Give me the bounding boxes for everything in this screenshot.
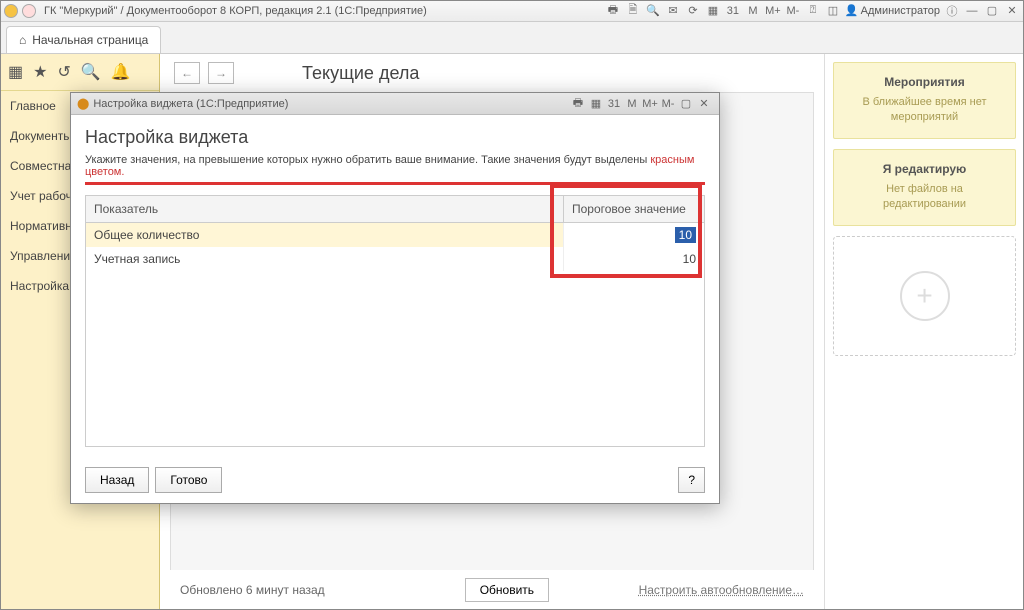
cell-threshold[interactable]: 10 xyxy=(564,247,704,271)
dialog-restore-icon[interactable]: ▢ xyxy=(677,97,695,110)
history-icon[interactable]: ↺ xyxy=(57,62,70,82)
widget-add-button[interactable]: + xyxy=(833,236,1016,356)
table-row[interactable]: Учетная запись 10 xyxy=(86,247,704,271)
user-name: Администратор xyxy=(861,5,940,17)
sidebar-item-label: Документы xyxy=(10,129,72,143)
updated-label: Обновлено 6 минут назад xyxy=(180,583,325,597)
cell-indicator: Учетная запись xyxy=(86,247,564,271)
widget-editing-sub: Нет файлов на редактировании xyxy=(846,182,1003,213)
cell-indicator: Общее количество xyxy=(86,223,564,247)
search-side-icon[interactable]: 🔍 xyxy=(81,62,101,82)
sidebar-item-label: Учет рабоч xyxy=(10,189,72,203)
finish-button[interactable]: Готово xyxy=(155,467,222,493)
tab-start-page[interactable]: ⌂ Начальная страница xyxy=(6,26,161,53)
col-indicator: Показатель xyxy=(86,196,564,222)
bell-icon[interactable]: 🔔 xyxy=(111,62,131,82)
cell-threshold[interactable]: 10 xyxy=(564,223,704,247)
preview-icon[interactable]: 🗎 xyxy=(625,3,641,19)
refresh-button[interactable]: Обновить xyxy=(465,578,549,602)
sidebar-item-label: Совместна xyxy=(10,159,71,173)
dialog-cal-icon[interactable]: ▦ xyxy=(587,97,605,110)
close-icon[interactable]: ✕ xyxy=(1004,3,1020,19)
dialog-mminus-icon[interactable]: M- xyxy=(659,98,677,110)
dialog-hint: Укажите значения, на превышение которых … xyxy=(85,154,705,185)
home-icon: ⌂ xyxy=(19,33,26,47)
minimize-icon[interactable]: — xyxy=(964,3,980,19)
footer: Обновлено 6 минут назад Обновить Настрои… xyxy=(170,570,814,610)
back-button[interactable]: Назад xyxy=(85,467,149,493)
app-title: ГК "Меркурий" / Документооборот 8 КОРП, … xyxy=(44,5,427,17)
nav-prev-button[interactable]: ← xyxy=(174,62,200,84)
cal31-icon[interactable]: 31 xyxy=(725,3,741,19)
print-icon[interactable]: 🖶 xyxy=(605,3,621,19)
sidebar-item-label: Управлени xyxy=(10,249,70,263)
col-threshold: Пороговое значение xyxy=(564,196,704,222)
app-icon-1c-small: ⬤ xyxy=(77,97,89,110)
mminus-icon[interactable]: M- xyxy=(785,3,801,19)
nav-next-button[interactable]: → xyxy=(208,62,234,84)
info-icon[interactable]: ⓘ xyxy=(944,3,960,19)
widget-editing[interactable]: Я редактирую Нет файлов на редактировани… xyxy=(833,149,1016,226)
widget-editing-title: Я редактирую xyxy=(846,162,1003,176)
plus-icon: + xyxy=(900,271,950,321)
widget-events-sub: В ближайшее время нет мероприятий xyxy=(846,95,1003,126)
dialog-print-icon[interactable]: 🖶 xyxy=(569,94,587,113)
dialog-heading: Настройка виджета xyxy=(85,127,705,148)
user-label[interactable]: 👤 Администратор xyxy=(845,4,940,17)
nav-icon[interactable]: ◫ xyxy=(825,3,841,19)
widget-events-title: Мероприятия xyxy=(846,75,1003,89)
app-icon-1c xyxy=(4,4,18,18)
dialog-mplus-icon[interactable]: M+ xyxy=(641,98,659,110)
autoupdate-link[interactable]: Настроить автообновление… xyxy=(639,583,804,597)
dialog-m-icon[interactable]: M xyxy=(623,98,641,110)
search-icon[interactable]: 🔍 xyxy=(645,3,661,19)
dialog-close-icon[interactable]: ✕ xyxy=(695,97,713,110)
nav-back-icon[interactable] xyxy=(22,4,36,18)
send-icon[interactable]: ✉ xyxy=(665,3,681,19)
right-panel: Мероприятия В ближайшее время нет меропр… xyxy=(824,54,1024,610)
help-button[interactable]: ? xyxy=(678,467,705,493)
dialog-title: Настройка виджета (1С:Предприятие) xyxy=(93,98,288,110)
tab-start-label: Начальная страница xyxy=(32,33,148,47)
dialog-titlebar[interactable]: ⬤ Настройка виджета (1С:Предприятие) 🖶 ▦… xyxy=(71,93,719,115)
apps-icon[interactable]: ▦ xyxy=(8,62,23,82)
tabstrip: ⌂ Начальная страница xyxy=(0,22,1024,54)
page-title: Текущие дела xyxy=(302,63,419,84)
threshold-grid[interactable]: Показатель Пороговое значение Общее коли… xyxy=(85,195,705,447)
mplus-icon[interactable]: M+ xyxy=(765,3,781,19)
app-titlebar: ГК "Меркурий" / Документооборот 8 КОРП, … xyxy=(0,0,1024,22)
threshold-value-selected[interactable]: 10 xyxy=(675,227,696,243)
table-row[interactable]: Общее количество 10 xyxy=(86,223,704,247)
refresh-icon[interactable]: ⟳ xyxy=(685,3,701,19)
calendar-icon[interactable]: ▦ xyxy=(705,3,721,19)
widget-settings-dialog: ⬤ Настройка виджета (1С:Предприятие) 🖶 ▦… xyxy=(70,92,720,504)
help-tb-icon[interactable]: ⍰ xyxy=(805,3,821,19)
favorite-icon[interactable]: ★ xyxy=(33,62,47,82)
widget-events[interactable]: Мероприятия В ближайшее время нет меропр… xyxy=(833,62,1016,139)
m-icon[interactable]: M xyxy=(745,3,761,19)
dialog-hint-text: Укажите значения, на превышение которых … xyxy=(85,154,650,166)
maximize-icon[interactable]: ▢ xyxy=(984,3,1000,19)
dialog-cal31-icon[interactable]: 31 xyxy=(605,98,623,110)
sidebar-item-label: Главное xyxy=(10,99,56,113)
